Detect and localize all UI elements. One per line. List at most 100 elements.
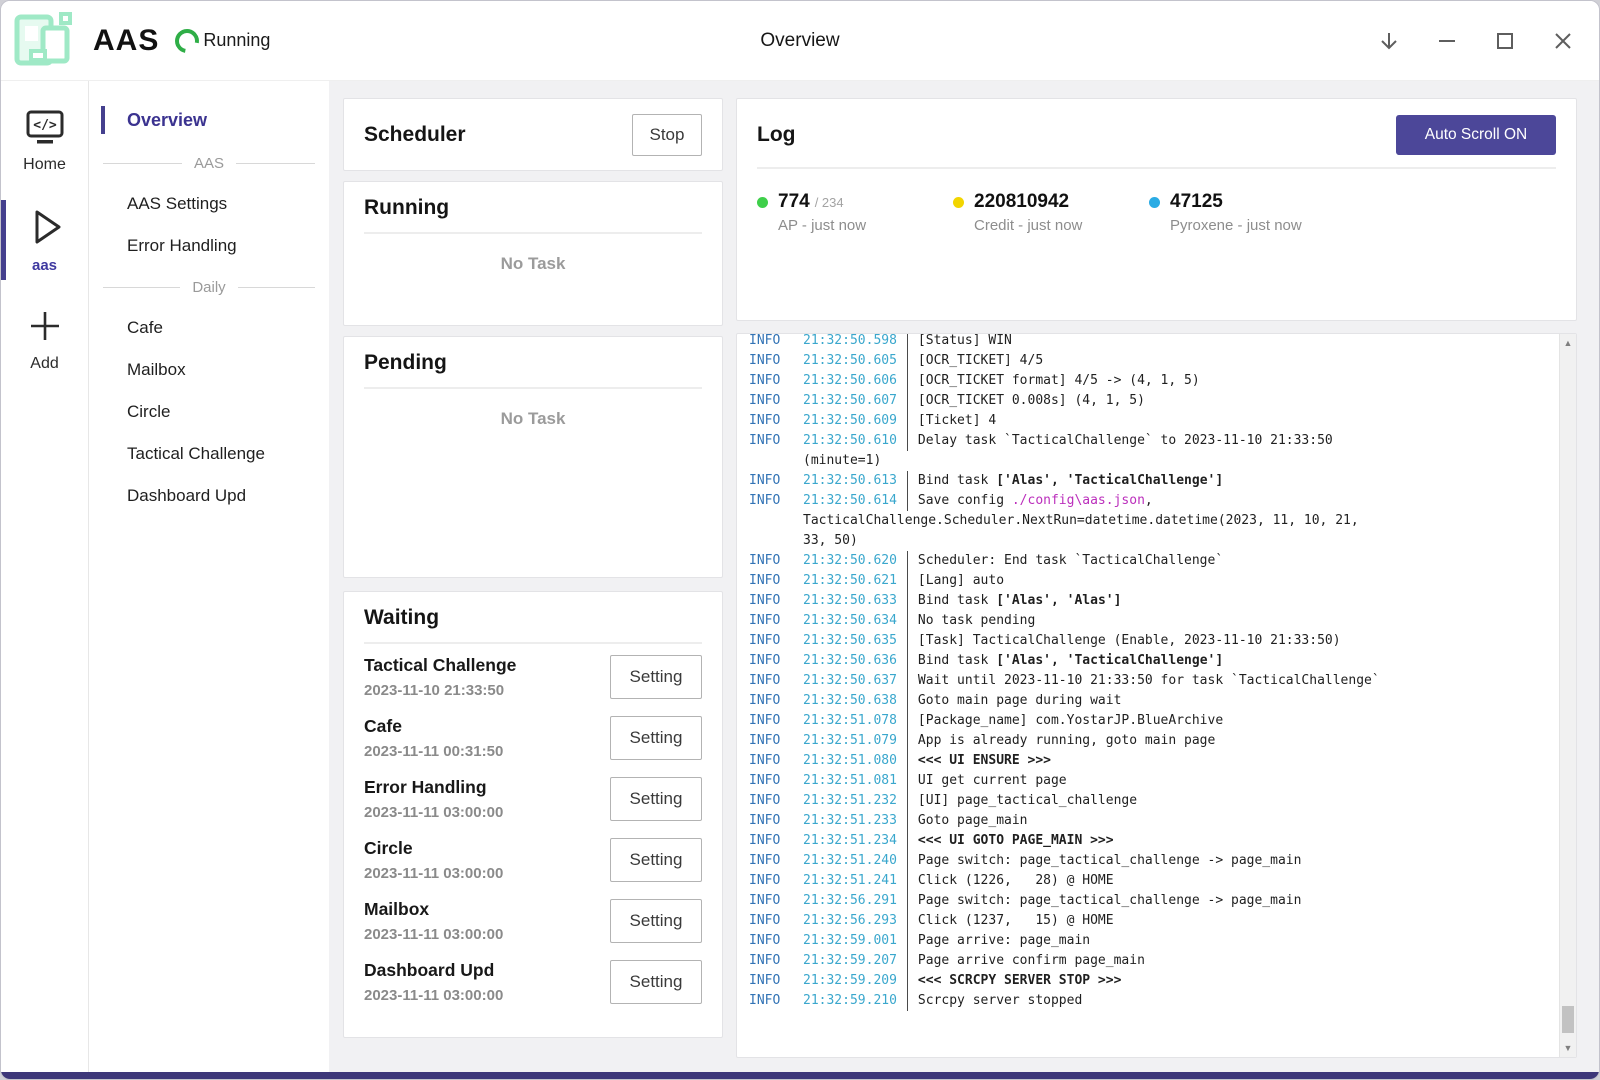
tasks-column: Scheduler Stop Running No Task Pending N…	[343, 98, 723, 1058]
task-setting-button[interactable]: Setting	[610, 777, 702, 821]
sidebar-item-mailbox[interactable]: Mailbox	[89, 349, 329, 391]
log-row: INFO21:32:56.291Page switch: page_tactic…	[749, 891, 1544, 911]
task-setting-button[interactable]: Setting	[610, 838, 702, 882]
rail-label-aas: aas	[32, 257, 57, 274]
log-row: INFO21:32:51.240Page switch: page_tactic…	[749, 851, 1544, 871]
hide-to-tray-button[interactable]	[1367, 19, 1411, 63]
divider	[364, 232, 702, 234]
scrollbar-down-arrow-icon[interactable]: ▼	[1560, 1040, 1576, 1056]
stat-value: 774	[778, 191, 810, 212]
stat-text: 220810942 Credit - just now	[974, 191, 1082, 234]
resource-stat: 774/ 234 AP - just now	[757, 191, 953, 234]
minimize-icon	[1436, 30, 1458, 52]
waiting-task-next-run: 2023-11-11 00:31:50	[364, 743, 503, 760]
log-row: INFO21:32:50.613Bind task ['Alas', 'Tact…	[749, 471, 1544, 491]
waiting-task-name: Tactical Challenge	[364, 655, 516, 676]
waiting-task-name: Cafe	[364, 716, 503, 737]
log-row: INFO21:32:59.209<<< SCRCPY SERVER STOP >…	[749, 971, 1544, 991]
task-setting-button[interactable]: Setting	[610, 716, 702, 760]
waiting-task-next-run: 2023-11-10 21:33:50	[364, 682, 516, 699]
log-row: INFO21:32:50.635[Task] TacticalChallenge…	[749, 631, 1544, 651]
waiting-task-row: Tactical Challenge 2023-11-10 21:33:50 S…	[364, 646, 702, 707]
stat-label: AP - just now	[778, 217, 866, 234]
waiting-task-info: Mailbox 2023-11-11 03:00:00	[364, 899, 503, 943]
waiting-task-name: Circle	[364, 838, 503, 859]
sidebar-item-aas-settings[interactable]: AAS Settings	[89, 183, 329, 225]
waiting-title: Waiting	[364, 606, 439, 629]
sidebar-item-error-handling[interactable]: Error Handling	[89, 225, 329, 267]
scheduler-title: Scheduler	[364, 123, 466, 147]
rail-item-aas[interactable]: aas	[1, 196, 88, 280]
waiting-task-name: Error Handling	[364, 777, 503, 798]
log-scrollbar[interactable]: ▲ ▼	[1559, 334, 1576, 1057]
divider-line	[103, 287, 180, 288]
plus-icon	[24, 306, 66, 351]
pending-title: Pending	[364, 351, 447, 374]
stat-dot-icon	[1149, 197, 1160, 208]
sidebar-menu: Overview AAS AAS Settings Error Handling…	[89, 81, 329, 1072]
scheduler-stop-button[interactable]: Stop	[632, 114, 702, 156]
log-row: INFO21:32:51.081UI get current page	[749, 771, 1544, 791]
log-rows[interactable]: INFO21:32:50.598[Status] WIN INFO21:32:50…	[749, 333, 1564, 1057]
sidebar-section-label: AAS	[194, 155, 224, 172]
log-row: INFO21:32:51.234<<< UI GOTO PAGE_MAIN >>…	[749, 831, 1544, 851]
titlebar: AAS Running Overview	[1, 1, 1599, 81]
sidebar-item-overview[interactable]: Overview	[89, 97, 329, 143]
sidebar-item-label: AAS Settings	[127, 194, 227, 214]
divider	[364, 387, 702, 389]
task-setting-button[interactable]: Setting	[610, 960, 702, 1004]
waiting-task-info: Cafe 2023-11-11 00:31:50	[364, 716, 503, 760]
resource-stat: 47125 Pyroxene - just now	[1149, 191, 1345, 234]
app-logo	[9, 7, 75, 74]
waiting-task-info: Tactical Challenge 2023-11-10 21:33:50	[364, 655, 516, 699]
scrollbar-thumb[interactable]	[1562, 1006, 1574, 1033]
stat-label: Pyroxene - just now	[1170, 217, 1302, 234]
sidebar-item-cafe[interactable]: Cafe	[89, 307, 329, 349]
waiting-task-next-run: 2023-11-11 03:00:00	[364, 804, 503, 821]
app-title: AAS	[93, 24, 159, 58]
auto-scroll-button[interactable]: Auto Scroll ON	[1396, 115, 1556, 155]
running-empty-text: No Task	[344, 254, 722, 274]
sidebar-section-divider: AAS	[89, 143, 329, 183]
rail-item-add[interactable]: Add	[1, 296, 88, 379]
sidebar-item-label: Cafe	[127, 318, 163, 338]
waiting-task-info: Circle 2023-11-11 03:00:00	[364, 838, 503, 882]
minimize-button[interactable]	[1425, 19, 1469, 63]
task-setting-button[interactable]: Setting	[610, 655, 702, 699]
log-row: INFO21:32:51.079App is already running, …	[749, 731, 1544, 751]
sidebar-item-tactical-challenge[interactable]: Tactical Challenge	[89, 433, 329, 475]
main-content: Scheduler Stop Running No Task Pending N…	[329, 81, 1599, 1072]
stat-value: 47125	[1170, 191, 1223, 212]
rail-item-home[interactable]: </> Home	[1, 99, 88, 180]
log-row: INFO21:32:56.293Click (1237, 15) @ HOME	[749, 911, 1544, 931]
log-row: INFO21:32:51.232[UI] page_tactical_chall…	[749, 791, 1544, 811]
window-controls	[1367, 1, 1585, 81]
log-row: INFO21:32:50.598[Status] WIN	[749, 333, 1544, 351]
app-window: AAS Running Overview	[0, 0, 1600, 1080]
sidebar-item-dashboard-upd[interactable]: Dashboard Upd	[89, 475, 329, 517]
stat-text: 47125 Pyroxene - just now	[1170, 191, 1302, 234]
log-row: TacticalChallenge.Scheduler.NextRun=date…	[749, 511, 1544, 531]
log-column: Log Auto Scroll ON 774/ 234 AP - just no…	[736, 98, 1577, 1058]
log-row: INFO21:32:50.637Wait until 2023-11-10 21…	[749, 671, 1544, 691]
waiting-list: Tactical Challenge 2023-11-10 21:33:50 S…	[344, 644, 722, 1012]
waiting-card: Waiting Tactical Challenge 2023-11-10 21…	[343, 591, 723, 1038]
arrow-down-icon	[1378, 30, 1400, 52]
maximize-button[interactable]	[1483, 19, 1527, 63]
log-row: INFO21:32:51.078[Package_name] com.Yosta…	[749, 711, 1544, 731]
scrollbar-up-arrow-icon[interactable]: ▲	[1560, 335, 1576, 351]
waiting-task-row: Cafe 2023-11-11 00:31:50 Setting	[364, 707, 702, 768]
waiting-task-row: Error Handling 2023-11-11 03:00:00 Setti…	[364, 768, 702, 829]
sidebar-item-circle[interactable]: Circle	[89, 391, 329, 433]
resource-stat: 220810942 Credit - just now	[953, 191, 1149, 234]
close-button[interactable]	[1541, 19, 1585, 63]
task-setting-button[interactable]: Setting	[610, 899, 702, 943]
log-row: INFO21:32:51.080<<< UI ENSURE >>>	[749, 751, 1544, 771]
log-output-card: INFO21:32:50.598[Status] WIN INFO21:32:50…	[736, 333, 1577, 1058]
sidebar-section-label: Daily	[192, 279, 225, 296]
waiting-task-next-run: 2023-11-11 03:00:00	[364, 865, 503, 882]
running-card: Running No Task	[343, 181, 723, 326]
sidebar-item-label: Mailbox	[127, 360, 186, 380]
waiting-task-next-run: 2023-11-11 03:00:00	[364, 987, 503, 1004]
log-row: INFO21:32:50.636Bind task ['Alas', 'Tact…	[749, 651, 1544, 671]
